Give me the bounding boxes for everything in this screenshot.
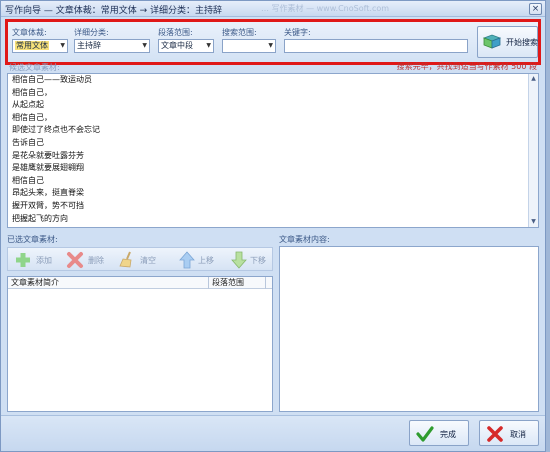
- list-item[interactable]: 相信自己: [12, 175, 534, 188]
- selected-materials-table[interactable]: 文章素材简介 段落范围: [7, 276, 273, 412]
- list-item[interactable]: 把握起飞的方向: [12, 213, 534, 226]
- finish-button[interactable]: 完成: [409, 420, 469, 446]
- category-select[interactable]: 主持辞 ▼: [74, 39, 150, 53]
- list-item[interactable]: 昂起头来，挺直脊梁: [12, 187, 534, 200]
- content-panel: 文章素材内容:: [279, 234, 539, 412]
- clear-label: 清空: [140, 256, 156, 265]
- results-list[interactable]: 相信自己——致运动员 相信自己， 从起点起 相信自己， 即使过了终点也不会忘记 …: [7, 73, 539, 228]
- close-button[interactable]: ×: [529, 3, 542, 15]
- broom-icon: [119, 251, 132, 268]
- footer-bar: 完成 取消: [1, 415, 545, 451]
- plus-icon: [16, 253, 30, 267]
- delete-label: 删除: [88, 256, 104, 265]
- column-header-range[interactable]: 段落范围: [209, 277, 265, 289]
- keyword-label: 关键字:: [284, 28, 311, 37]
- list-item[interactable]: 告诉自己: [12, 137, 534, 150]
- selected-materials-panel: 已选文章素材: 添加 删除 清空 上移 下移 文章素材简介 段落范围: [7, 234, 273, 412]
- list-item[interactable]: 相信自己，: [12, 87, 534, 100]
- move-down-label: 下移: [250, 256, 266, 265]
- search-status-text: 搜索完毕，共找到适当写作素材 500 段: [396, 62, 537, 71]
- list-item[interactable]: 相信自己，: [12, 112, 534, 125]
- table-header: 文章素材简介 段落范围: [8, 277, 272, 289]
- chevron-down-icon: ▼: [206, 42, 211, 49]
- content-textarea[interactable]: [279, 246, 539, 412]
- list-item[interactable]: 是花朵就要吐露芬芳: [12, 150, 534, 163]
- window-title: 写作向导 — 文章体裁：常用文体 → 详细分类：主持辞: [5, 6, 222, 16]
- chevron-down-icon: ▼: [60, 42, 65, 49]
- add-button[interactable]: 添加: [14, 251, 62, 269]
- close-icon: ×: [531, 4, 540, 14]
- keyword-input[interactable]: [284, 39, 468, 53]
- category-field: 详细分类: 主持辞 ▼: [74, 27, 150, 53]
- paragraph-label: 段落范围:: [158, 28, 193, 37]
- finish-label: 完成: [440, 430, 456, 439]
- checkmark-icon: [416, 426, 434, 442]
- move-up-button[interactable]: 上移: [178, 251, 222, 269]
- paragraph-field: 段落范围: 文章中段 ▼: [158, 27, 214, 53]
- title-bar[interactable]: 写作向导 — 文章体裁：常用文体 → 详细分类：主持辞 … 写作素材 — www…: [1, 1, 545, 17]
- category-label: 详细分类:: [74, 28, 109, 37]
- scope-field: 搜索范围: ▼: [222, 27, 276, 53]
- results-header: 候选文章素材: 搜索完毕，共找到适当写作素材 500 段: [7, 61, 539, 73]
- content-label: 文章素材内容:: [279, 235, 330, 244]
- scope-label: 搜索范围:: [222, 28, 257, 37]
- delete-button[interactable]: 删除: [66, 251, 114, 269]
- genre-label: 文章体裁:: [12, 28, 47, 37]
- list-item[interactable]: 即使过了终点也不会忘记: [12, 124, 534, 137]
- genre-value: 常用文体: [15, 41, 49, 50]
- cancel-x-icon: [487, 426, 503, 442]
- clear-button[interactable]: 清空: [118, 251, 166, 269]
- paragraph-value: 文章中段: [161, 41, 193, 50]
- results-label: 候选文章素材:: [9, 63, 60, 72]
- delete-x-icon: [67, 252, 83, 268]
- selected-materials-label: 已选文章素材:: [7, 235, 58, 244]
- move-up-label: 上移: [198, 256, 214, 265]
- list-item[interactable]: 相信自己——致运动员: [12, 74, 534, 87]
- scroll-up-icon[interactable]: ▲: [529, 74, 538, 84]
- list-item[interactable]: 是雄鹰就要展翅翱翔: [12, 162, 534, 175]
- title-ghost-text: … 写作素材 — www.CnoSoft.com: [261, 4, 390, 13]
- add-label: 添加: [36, 256, 52, 265]
- genre-select[interactable]: 常用文体 ▼: [12, 39, 68, 53]
- scope-select[interactable]: ▼: [222, 39, 276, 53]
- start-search-button[interactable]: 开始搜索: [477, 26, 538, 58]
- scroll-down-icon[interactable]: ▼: [529, 217, 538, 227]
- chevron-down-icon: ▼: [142, 42, 147, 49]
- genre-field: 文章体裁: 常用文体 ▼: [12, 27, 68, 53]
- results-scrollbar[interactable]: ▲ ▼: [528, 74, 538, 227]
- paragraph-select[interactable]: 文章中段 ▼: [158, 39, 214, 53]
- list-item[interactable]: 从起点起: [12, 99, 534, 112]
- writing-wizard-window: 写作向导 — 文章体裁：常用文体 → 详细分类：主持辞 … 写作素材 — www…: [0, 0, 546, 452]
- arrow-up-icon: [179, 251, 195, 269]
- cancel-button[interactable]: 取消: [479, 420, 539, 446]
- move-down-button[interactable]: 下移: [230, 251, 274, 269]
- arrow-down-icon: [231, 251, 247, 269]
- window-edge: [546, 0, 550, 452]
- chevron-down-icon: ▼: [268, 42, 273, 49]
- keyword-field: 关键字:: [284, 27, 468, 53]
- search-book-icon: [482, 33, 502, 54]
- column-header-summary[interactable]: 文章素材简介: [8, 277, 208, 289]
- column-divider[interactable]: [265, 277, 266, 289]
- search-toolbar: 文章体裁: 常用文体 ▼ 详细分类: 主持辞 ▼ 段落范围: 文章中段 ▼ 搜索…: [5, 19, 541, 65]
- category-value: 主持辞: [77, 41, 101, 50]
- list-item[interactable]: 握开双臂，势不可挡: [12, 200, 534, 213]
- selected-toolbar: 添加 删除 清空 上移 下移: [7, 247, 273, 271]
- start-search-label: 开始搜索: [506, 38, 538, 47]
- cancel-label: 取消: [510, 430, 526, 439]
